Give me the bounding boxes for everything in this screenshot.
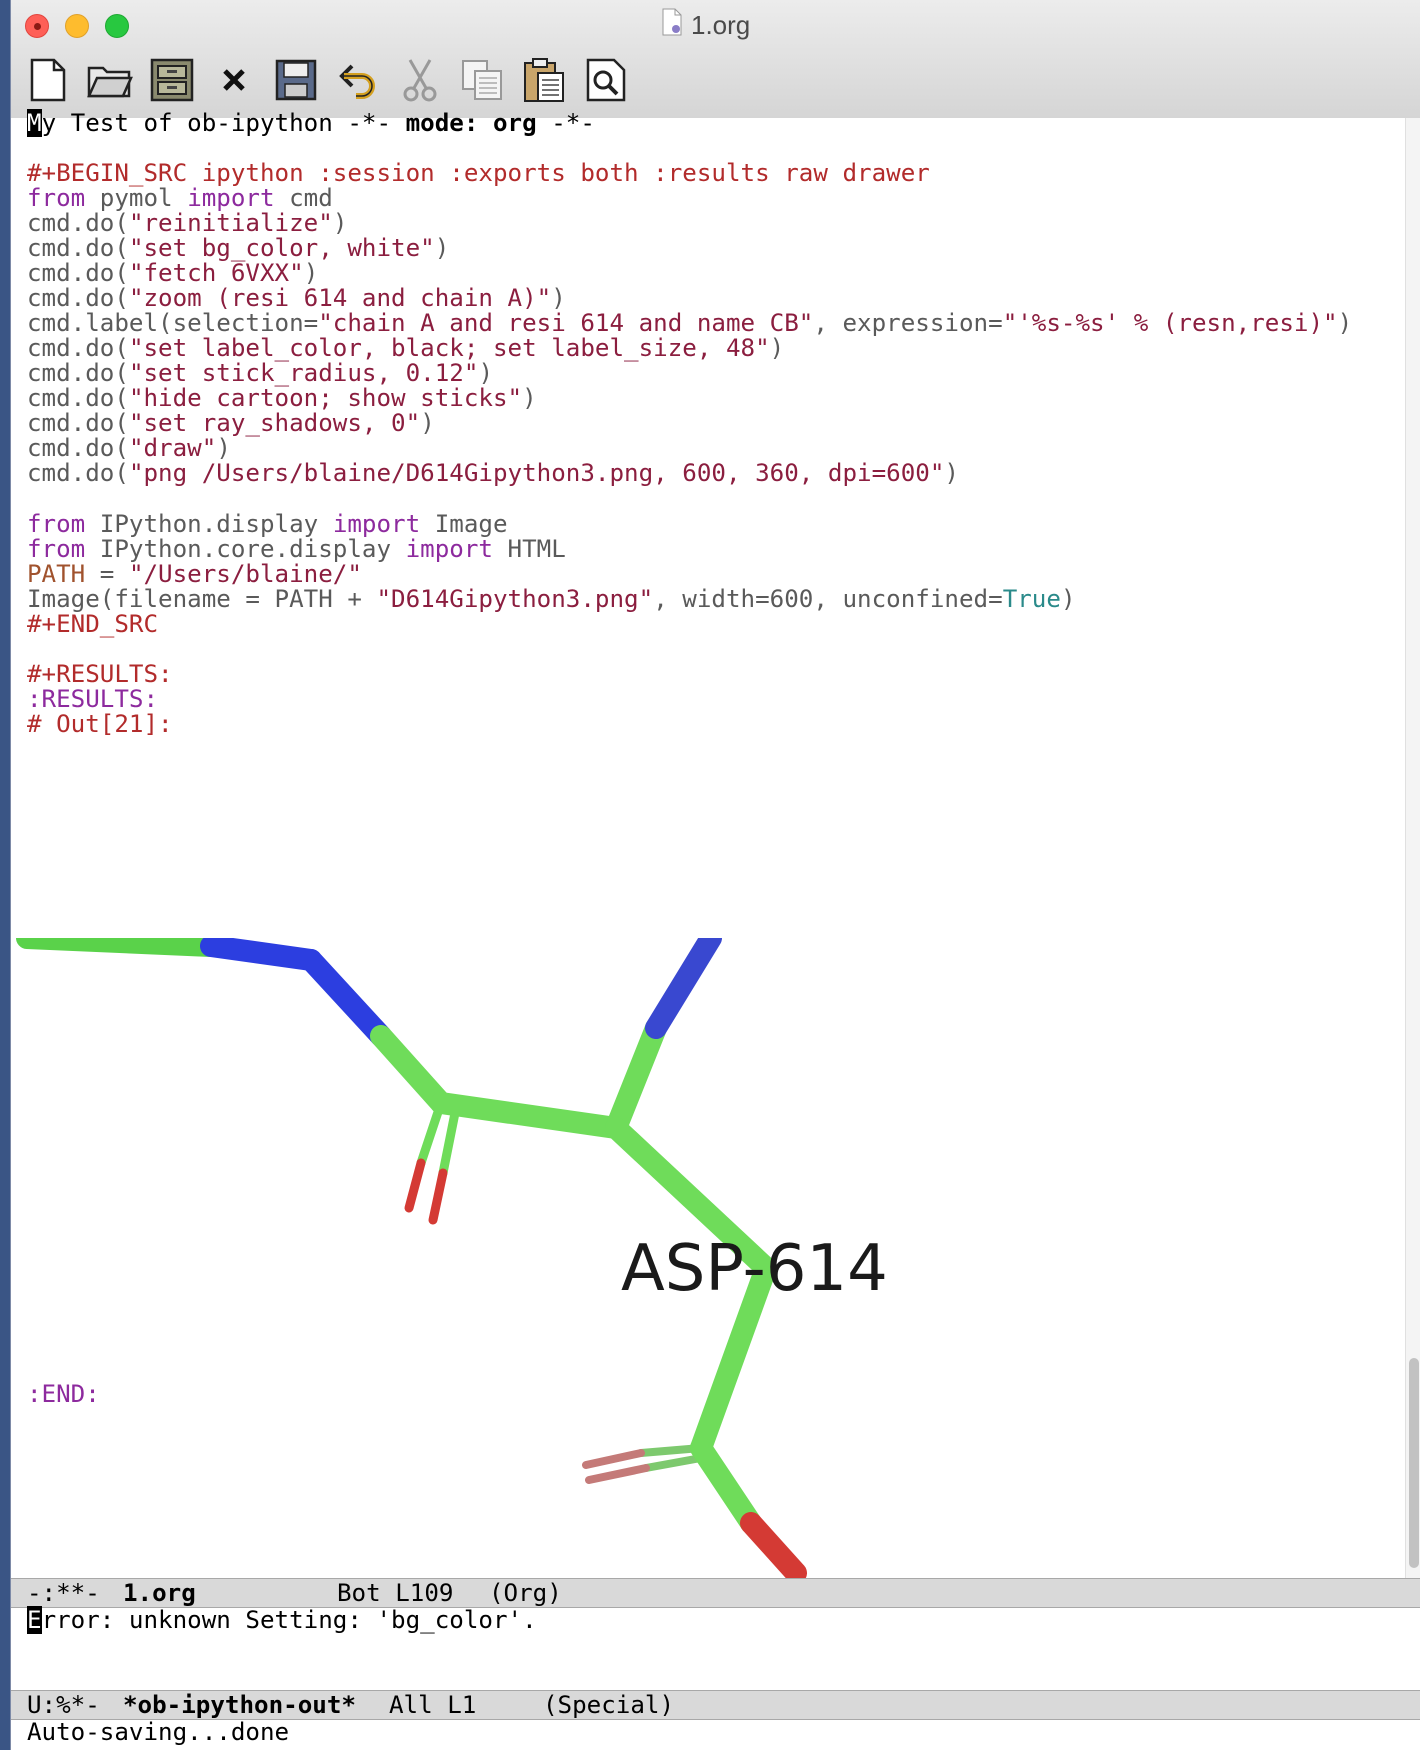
document-icon — [661, 8, 683, 43]
code-line: cmd.do("hide cartoon; show sticks") — [27, 384, 537, 412]
cut-scissors-icon[interactable] — [395, 55, 445, 105]
code-line: cmd.do("fetch 6VXX") — [27, 259, 319, 287]
emacs-window: 1.org My Test of ob-ipython -*- mode: or… — [10, 0, 1420, 1750]
residue-label: ASP-614 — [621, 1232, 888, 1306]
code-line: cmd.do("set label_color, black; set labe… — [27, 334, 785, 362]
code-line: from IPython.core.display import HTML — [27, 535, 566, 563]
code-line: cmd.label(selection="chain A and resi 61… — [27, 309, 1353, 337]
mode-line-position: All L1 — [389, 1691, 477, 1719]
code-line: cmd.do("draw") — [27, 434, 231, 462]
text-cursor: M — [27, 109, 42, 137]
mode-line-buffer-name[interactable]: 1.org — [123, 1579, 196, 1607]
code-line: cmd.do("set bg_color, white") — [27, 234, 450, 262]
window-title: 1.org — [661, 8, 751, 43]
close-buffer-icon[interactable] — [209, 55, 259, 105]
undo-icon[interactable] — [333, 55, 383, 105]
mode-line-major-mode[interactable]: (Special) — [543, 1691, 674, 1719]
scrollbar-thumb[interactable] — [1409, 1358, 1419, 1568]
mode-line-position: Bot L109 — [337, 1579, 454, 1607]
mode-header-line: My Test of ob-ipython -*- mode: org -*- — [27, 109, 595, 137]
mode-line-major-mode[interactable]: (Org) — [489, 1579, 562, 1607]
minibuffer-message: Auto-saving...done — [27, 1718, 290, 1746]
open-folder-icon[interactable] — [85, 55, 135, 105]
search-magnifier-icon[interactable] — [581, 55, 631, 105]
text-cursor: E — [27, 1606, 42, 1634]
output-buffer-text: Error: unknown Setting: 'bg_color'. — [27, 1606, 537, 1634]
minimize-window-button[interactable] — [65, 14, 89, 38]
begin-src-line: #+BEGIN_SRC ipython :session :exports bo… — [27, 159, 930, 187]
results-drawer-start: :RESULTS: — [27, 685, 159, 713]
code-line: from IPython.display import Image — [27, 510, 508, 538]
new-file-icon[interactable] — [23, 55, 73, 105]
close-window-button[interactable] — [25, 14, 49, 38]
mode-line-buffer-name[interactable]: *ob-ipython-out* — [123, 1691, 356, 1719]
dired-cabinet-icon[interactable] — [147, 55, 197, 105]
org-buffer-editor[interactable]: My Test of ob-ipython -*- mode: org -*- … — [11, 109, 1405, 1584]
code-line: cmd.do("set stick_radius, 0.12") — [27, 359, 493, 387]
code-line: PATH = "/Users/blaine/" — [27, 560, 362, 588]
mode-line-main: -:**- 1.org Bot L109 (Org) — [11, 1578, 1420, 1608]
results-keyword: #+RESULTS: — [27, 660, 173, 688]
results-drawer-end: :END: — [27, 1380, 100, 1408]
zoom-window-button[interactable] — [105, 14, 129, 38]
title-bar: 1.org — [11, 0, 1420, 119]
toolbar — [23, 52, 631, 108]
out-prompt: # Out[21]: — [27, 710, 173, 738]
code-line: cmd.do("png /Users/blaine/D614Gipython3.… — [27, 459, 959, 487]
paste-clipboard-icon[interactable] — [519, 55, 569, 105]
mode-line-status: -:**- — [27, 1579, 100, 1607]
code-line: Image(filename = PATH + "D614Gipython3.p… — [27, 585, 1076, 613]
vertical-scrollbar[interactable] — [1405, 118, 1420, 1578]
copy-icon[interactable] — [457, 55, 507, 105]
window-title-text: 1.org — [691, 9, 751, 40]
end-src-line: #+END_SRC — [27, 610, 159, 638]
mode-line-output: U:%*- *ob-ipython-out* All L1 (Special) — [11, 1690, 1420, 1720]
code-line: cmd.do("zoom (resi 614 and chain A)") — [27, 284, 566, 312]
code-line: from pymol import cmd — [27, 184, 333, 212]
code-line: cmd.do("reinitialize") — [27, 209, 348, 237]
code-line: cmd.do("set ray_shadows, 0") — [27, 409, 435, 437]
molecule-render-image: ASP-614 — [16, 938, 888, 1584]
mode-line-status: U:%*- — [27, 1691, 100, 1719]
save-disk-icon[interactable] — [271, 55, 321, 105]
